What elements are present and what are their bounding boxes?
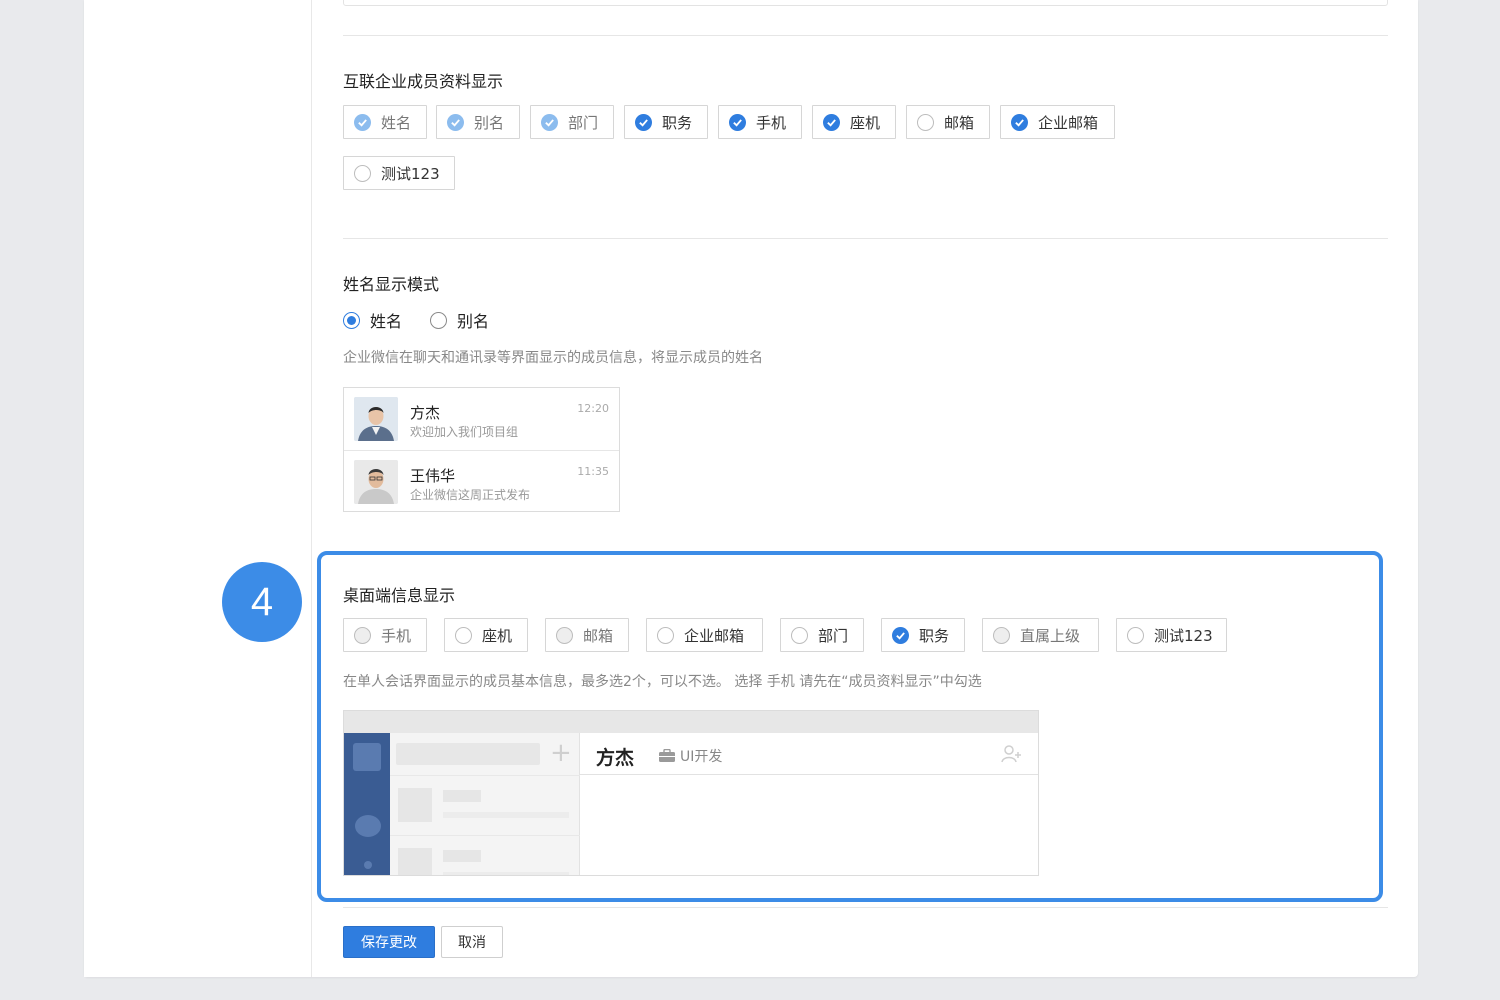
profile-option-landline[interactable]: 座机: [812, 105, 896, 139]
save-button[interactable]: 保存更改: [343, 926, 435, 958]
profile-option-alias: 别名: [436, 105, 520, 139]
divider: [343, 907, 1388, 908]
name-mode-radio-group: 姓名 别名: [343, 308, 517, 332]
preview-list-item: [390, 835, 580, 875]
preview-list-item: [390, 775, 580, 835]
unchecked-circle-icon: [1127, 626, 1144, 644]
dot-icon: [364, 861, 372, 869]
unchecked-circle-icon: [917, 113, 934, 131]
divider: [343, 35, 1388, 36]
unchecked-circle-icon: [791, 626, 808, 644]
check-icon: [447, 113, 464, 131]
check-icon: [823, 113, 840, 131]
desktop-option-title[interactable]: 职务: [881, 618, 965, 652]
desktop-option-manager: 直属上级: [982, 618, 1099, 652]
profile-option-mobile[interactable]: 手机: [718, 105, 802, 139]
preview-chat-pane: 方杰 UI开发: [580, 733, 1038, 875]
chat-bubble-icon: [355, 815, 381, 837]
check-icon: [635, 113, 652, 131]
name-mode-hint: 企业微信在聊天和通讯录等界面显示的成员信息，将显示成员的姓名: [343, 350, 763, 366]
avatar: [354, 397, 398, 441]
preview-sidebar: [344, 733, 390, 875]
profile-option-department: 部门: [530, 105, 614, 139]
radio-name[interactable]: 姓名: [343, 308, 402, 332]
desktop-option-test123[interactable]: 测试123: [1116, 618, 1227, 652]
desktop-option-department[interactable]: 部门: [780, 618, 864, 652]
profile-option-email[interactable]: 邮箱: [906, 105, 990, 139]
desktop-section-hint: 在单人会话界面显示的成员基本信息，最多选2个，可以不选。 选择 手机 请先在“成…: [343, 674, 982, 690]
disabled-circle-icon: [556, 626, 573, 644]
chat-preview-list: 方杰 欢迎加入我们项目组 12:20 王伟华 企业微信这周正式发布 11:35: [343, 387, 620, 512]
name-mode-title: 姓名显示模式: [343, 275, 440, 294]
desktop-option-landline[interactable]: 座机: [444, 618, 528, 652]
disabled-circle-icon: [354, 626, 371, 644]
add-user-icon: [1001, 745, 1021, 763]
check-icon: [354, 113, 371, 131]
desktop-option-mobile: 手机: [343, 618, 427, 652]
preview-chat-header: 方杰 UI开发: [580, 733, 1038, 775]
plus-icon: +: [550, 738, 572, 768]
preview-contact-job: UI开发: [658, 746, 722, 766]
profile-section-title: 互联企业成员资料显示: [343, 72, 504, 91]
preview-conversation-list: +: [390, 733, 580, 875]
check-icon: [729, 113, 746, 131]
left-sidebar-area: [84, 0, 312, 977]
unchecked-circle-icon: [657, 626, 674, 644]
chat-item: 方杰 欢迎加入我们项目组 12:20: [344, 388, 619, 450]
desktop-option-email: 邮箱: [545, 618, 629, 652]
cancel-button[interactable]: 取消: [441, 926, 503, 958]
briefcase-icon: [659, 749, 675, 762]
profile-option-name: 姓名: [343, 105, 427, 139]
disabled-circle-icon: [993, 626, 1010, 644]
radio-alias[interactable]: 别名: [430, 308, 489, 332]
profile-option-test123[interactable]: 测试123: [343, 156, 455, 190]
profile-option-title[interactable]: 职务: [624, 105, 708, 139]
chat-item: 王伟华 企业微信这周正式发布 11:35: [344, 450, 619, 512]
desktop-option-corp-email[interactable]: 企业邮箱: [646, 618, 763, 652]
radio-unselected-icon: [430, 311, 448, 329]
preview-contact-name: 方杰: [596, 747, 635, 769]
radio-selected-icon: [343, 311, 360, 329]
check-icon: [541, 113, 558, 131]
check-icon: [892, 626, 909, 644]
preview-search-placeholder: [396, 743, 540, 765]
divider: [343, 238, 1388, 239]
unchecked-circle-icon: [455, 626, 472, 644]
desktop-chat-preview: + 方杰 UI开发: [343, 710, 1039, 876]
top-field-edge: [343, 0, 1388, 6]
check-icon: [1011, 113, 1028, 131]
preview-titlebar: [344, 711, 1038, 733]
unchecked-circle-icon: [354, 164, 371, 182]
desktop-section-title: 桌面端信息显示: [343, 586, 456, 605]
preview-avatar-icon: [353, 743, 381, 771]
avatar: [354, 460, 398, 504]
profile-option-corp-email[interactable]: 企业邮箱: [1000, 105, 1115, 139]
step-badge: 4: [222, 562, 302, 642]
